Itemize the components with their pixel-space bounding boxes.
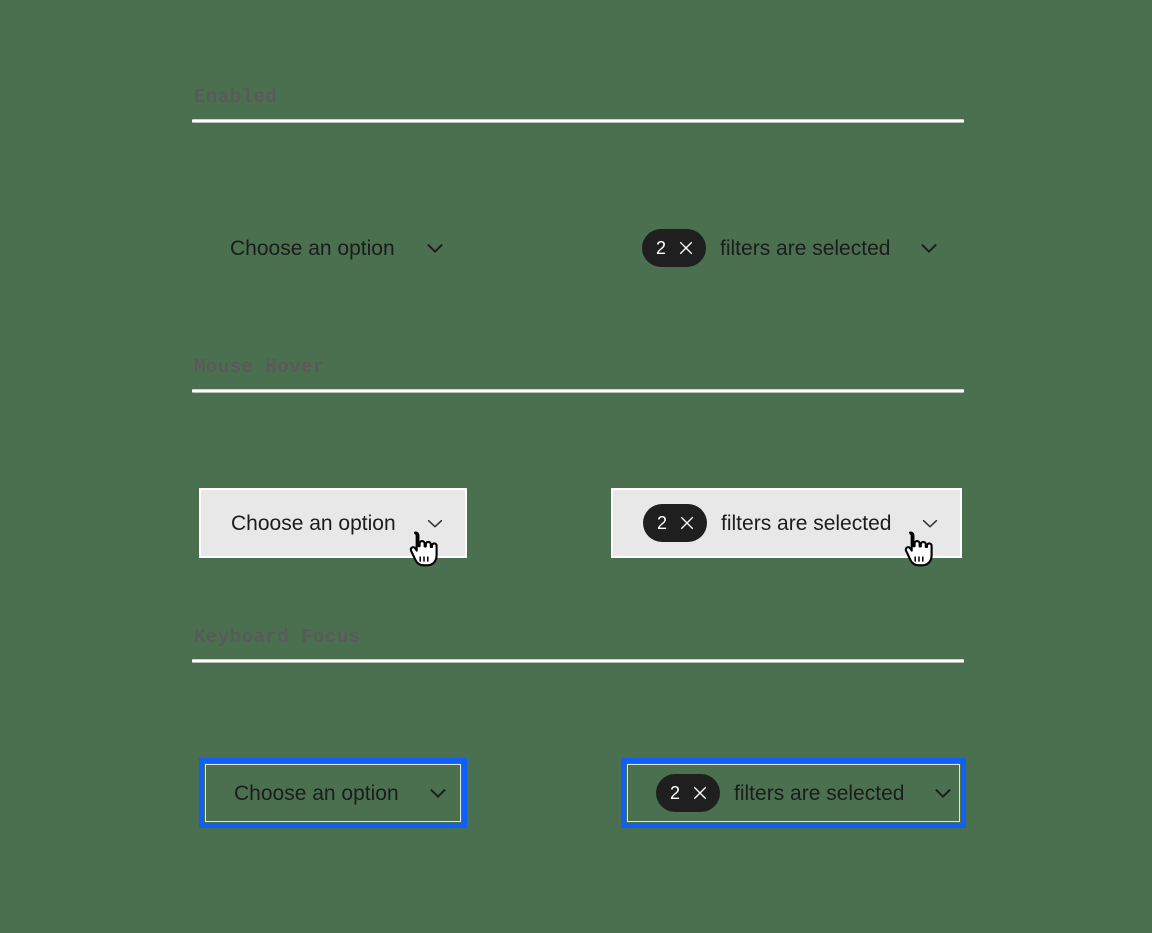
section-title-keyboard-focus: Keyboard Focus	[194, 626, 361, 648]
chevron-down-icon[interactable]	[918, 237, 940, 259]
selected-count-tag[interactable]: 2	[643, 504, 708, 542]
selected-count-tag[interactable]: 2	[642, 229, 707, 267]
chevron-down-icon[interactable]	[919, 512, 941, 534]
close-icon[interactable]	[674, 236, 698, 260]
section-mouse-hover-header: Mouse Hover	[192, 358, 964, 393]
dropdown-hover[interactable]: Choose an option	[199, 488, 467, 558]
chevron-down-icon[interactable]	[424, 512, 446, 534]
multiselect-focus-label: filters are selected	[734, 781, 905, 805]
dropdown-hover-inner: Choose an option	[201, 490, 465, 556]
section-divider	[192, 659, 964, 663]
section-keyboard-focus-header: Keyboard Focus	[192, 628, 964, 663]
dropdown-enabled-label: Choose an option	[230, 236, 395, 260]
section-title-mouse-hover: Mouse Hover	[194, 356, 325, 378]
dropdown-focus-label: Choose an option	[234, 781, 399, 805]
section-enabled-header: Enabled	[192, 88, 964, 123]
dropdown-enabled[interactable]: Choose an option	[200, 213, 468, 283]
section-divider	[192, 389, 964, 393]
chevron-down-icon[interactable]	[932, 782, 954, 804]
section-divider	[192, 119, 964, 123]
section-title-enabled: Enabled	[194, 86, 278, 108]
multiselect-enabled-inner: 2 filters are selected	[612, 213, 962, 283]
multiselect-enabled-label: filters are selected	[720, 236, 891, 260]
multiselect-focus[interactable]: 2 filters are selected	[621, 758, 966, 828]
multiselect-hover[interactable]: 2 filters are selected	[611, 488, 962, 558]
selected-count-value: 2	[657, 513, 668, 533]
dropdown-focus[interactable]: Choose an option	[199, 758, 467, 828]
multiselect-hover-inner: 2 filters are selected	[613, 490, 960, 556]
multiselect-hover-label: filters are selected	[721, 511, 892, 535]
close-icon[interactable]	[688, 781, 712, 805]
selected-count-value: 2	[656, 238, 667, 258]
selected-count-value: 2	[670, 783, 681, 803]
dropdown-hover-label: Choose an option	[231, 511, 396, 535]
chevron-down-icon[interactable]	[427, 782, 449, 804]
chevron-down-icon[interactable]	[424, 237, 446, 259]
dropdown-enabled-inner: Choose an option	[200, 213, 468, 283]
states-showcase: Enabled Choose an option 2 filters are s…	[0, 0, 1152, 933]
selected-count-tag[interactable]: 2	[656, 774, 721, 812]
dropdown-focus-inner: Choose an option	[204, 763, 462, 823]
multiselect-focus-inner: 2 filters are selected	[626, 763, 961, 823]
close-icon[interactable]	[675, 511, 699, 535]
multiselect-enabled[interactable]: 2 filters are selected	[612, 213, 962, 283]
